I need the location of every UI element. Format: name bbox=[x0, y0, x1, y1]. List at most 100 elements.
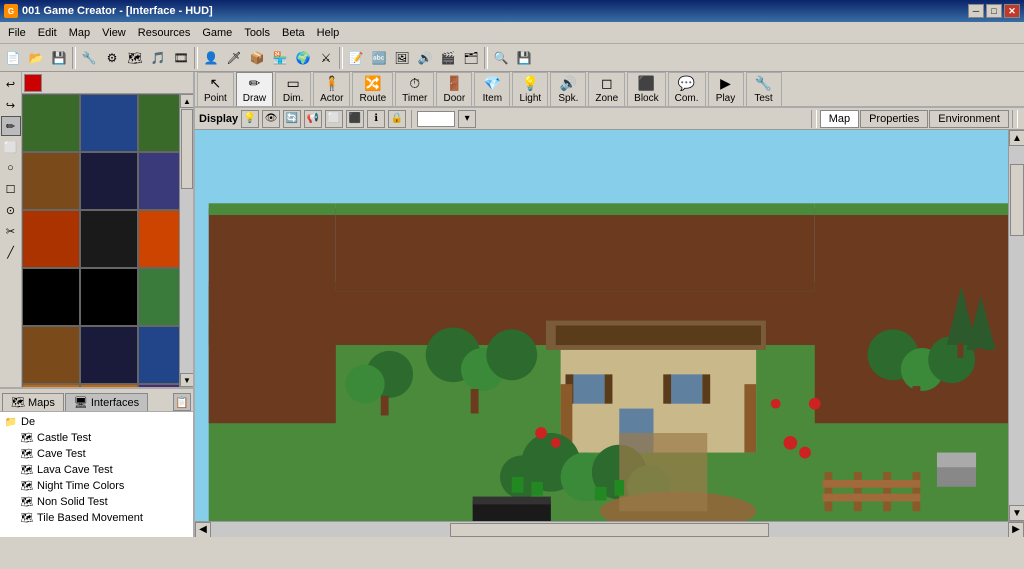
select-tool[interactable]: ☐ bbox=[1, 179, 21, 199]
palette-tile-6[interactable] bbox=[22, 210, 80, 268]
line-tool[interactable]: ╱ bbox=[1, 242, 21, 262]
tab-extra-button[interactable]: 📋 bbox=[173, 393, 191, 411]
rect-tool[interactable]: ⬜ bbox=[1, 137, 21, 157]
mode-btn-com[interactable]: 💬Com. bbox=[668, 72, 706, 106]
tab-maps[interactable]: 🗺 Maps bbox=[2, 393, 64, 411]
display-icon-2[interactable]: 👁 bbox=[262, 110, 280, 128]
menu-item-map[interactable]: Map bbox=[63, 25, 96, 41]
display-icon-4[interactable]: 📢 bbox=[304, 110, 322, 128]
palette-vscroll[interactable]: ▲ ▼ bbox=[179, 94, 193, 387]
pencil-tool[interactable]: ✏ bbox=[1, 116, 21, 136]
close-button[interactable]: ✕ bbox=[1004, 4, 1020, 18]
palette-tile-7[interactable] bbox=[80, 210, 138, 268]
palette-tile-8[interactable] bbox=[138, 210, 179, 268]
hscroll-track[interactable] bbox=[211, 522, 1008, 538]
tool4-icon[interactable]: 🎵 bbox=[147, 47, 169, 69]
horizontal-scrollbar[interactable]: ◀ ▶ bbox=[195, 521, 1024, 537]
tool12-icon[interactable]: 📝 bbox=[345, 47, 367, 69]
display-icon-7[interactable]: ℹ bbox=[367, 110, 385, 128]
view-tab-properties[interactable]: Properties bbox=[860, 110, 928, 128]
tree-item-5[interactable]: 🗺Tile Based Movement bbox=[4, 510, 189, 526]
tool19-icon[interactable]: 💾 bbox=[513, 47, 535, 69]
tool14-icon[interactable]: 🖼 bbox=[391, 47, 413, 69]
hscroll-right[interactable]: ▶ bbox=[1008, 522, 1024, 538]
tab-interfaces[interactable]: 🖥 Interfaces bbox=[65, 393, 148, 411]
tool18-icon[interactable]: 🔍 bbox=[490, 47, 512, 69]
menu-item-game[interactable]: Game bbox=[196, 25, 238, 41]
view-tab-environment[interactable]: Environment bbox=[929, 110, 1009, 128]
circle-tool[interactable]: ○ bbox=[1, 158, 21, 178]
view-tab-map[interactable]: Map bbox=[820, 110, 859, 128]
display-icon-1[interactable]: 💡 bbox=[241, 110, 259, 128]
mode-btn-spk[interactable]: 🔊Spk. bbox=[550, 72, 586, 106]
maximize-button[interactable]: □ bbox=[986, 4, 1002, 18]
tool11-icon[interactable]: ⚔ bbox=[315, 47, 337, 69]
tool16-icon[interactable]: 🎬 bbox=[437, 47, 459, 69]
vscroll-track[interactable] bbox=[1009, 146, 1024, 505]
display-icon-8[interactable]: 🔒 bbox=[388, 110, 406, 128]
tool2-icon[interactable]: ⚙ bbox=[101, 47, 123, 69]
tool5-icon[interactable]: 🎞 bbox=[170, 47, 192, 69]
mode-btn-item[interactable]: 💎Item bbox=[474, 72, 510, 106]
tool13-icon[interactable]: 🔤 bbox=[368, 47, 390, 69]
tool6-icon[interactable]: 👤 bbox=[200, 47, 222, 69]
undo-tool[interactable]: ↩ bbox=[1, 74, 21, 94]
palette-scroll-down[interactable]: ▼ bbox=[180, 373, 193, 387]
vertical-scrollbar[interactable]: ▲ ▼ bbox=[1008, 130, 1024, 521]
palette-tile-3[interactable] bbox=[22, 152, 80, 210]
tool7-icon[interactable]: 🗡 bbox=[223, 47, 245, 69]
palette-tile-11[interactable] bbox=[138, 268, 179, 326]
scissors-tool[interactable]: ✂ bbox=[1, 221, 21, 241]
mode-btn-actor[interactable]: 🧍Actor bbox=[313, 72, 350, 106]
tool8-icon[interactable]: 📦 bbox=[246, 47, 268, 69]
tool9-icon[interactable]: 🏪 bbox=[269, 47, 291, 69]
vscroll-down[interactable]: ▼ bbox=[1009, 505, 1024, 521]
redo-tool[interactable]: ↪ bbox=[1, 95, 21, 115]
palette-tile-10[interactable] bbox=[80, 268, 138, 326]
zoom-dropdown[interactable]: ▾ bbox=[458, 110, 476, 128]
tree-item-2[interactable]: 🗺Lava Cave Test bbox=[4, 462, 189, 478]
palette-scroll-track[interactable] bbox=[180, 108, 193, 373]
zoom-input[interactable]: 550 bbox=[417, 111, 455, 127]
new-icon[interactable]: 📄 bbox=[2, 47, 24, 69]
mode-btn-test[interactable]: 🔧Test bbox=[746, 72, 782, 106]
mode-btn-timer[interactable]: ⏱Timer bbox=[395, 72, 434, 106]
palette-tile-1[interactable] bbox=[80, 94, 138, 152]
display-icon-3[interactable]: 🔄 bbox=[283, 110, 301, 128]
vscroll-thumb[interactable] bbox=[1010, 164, 1024, 236]
mode-btn-dim[interactable]: ▭Dim. bbox=[275, 72, 311, 106]
tool3-icon[interactable]: 🗺 bbox=[124, 47, 146, 69]
display-icon-5[interactable]: ⬜ bbox=[325, 110, 343, 128]
tool17-icon[interactable]: 🗂 bbox=[460, 47, 482, 69]
mode-btn-draw[interactable]: ✏Draw bbox=[236, 72, 273, 106]
titlebar-controls[interactable]: ─ □ ✕ bbox=[968, 4, 1020, 18]
mode-btn-light[interactable]: 💡Light bbox=[512, 72, 548, 106]
palette-scroll-up[interactable]: ▲ bbox=[180, 94, 193, 108]
palette-tile-4[interactable] bbox=[80, 152, 138, 210]
save-icon[interactable]: 💾 bbox=[48, 47, 70, 69]
tree-root[interactable]: 📁 De bbox=[4, 414, 189, 430]
menu-item-beta[interactable]: Beta bbox=[276, 25, 311, 41]
palette-tile-14[interactable] bbox=[138, 326, 179, 384]
mode-btn-block[interactable]: ⬛Block bbox=[627, 72, 665, 106]
tool10-icon[interactable]: 🌍 bbox=[292, 47, 314, 69]
fill-tool[interactable]: ⊙ bbox=[1, 200, 21, 220]
tool15-icon[interactable]: 🔊 bbox=[414, 47, 436, 69]
palette-scroll-thumb[interactable] bbox=[181, 109, 193, 189]
mode-btn-route[interactable]: 🔀Route bbox=[352, 72, 393, 106]
tree-item-0[interactable]: 🗺Castle Test bbox=[4, 430, 189, 446]
tree-item-1[interactable]: 🗺Cave Test bbox=[4, 446, 189, 462]
palette-tile-13[interactable] bbox=[80, 326, 138, 384]
palette-tile-5[interactable] bbox=[138, 152, 179, 210]
menu-item-resources[interactable]: Resources bbox=[132, 25, 197, 41]
menu-item-file[interactable]: File bbox=[2, 25, 32, 41]
menu-item-help[interactable]: Help bbox=[311, 25, 346, 41]
display-icon-6[interactable]: ⬛ bbox=[346, 110, 364, 128]
menu-item-edit[interactable]: Edit bbox=[32, 25, 63, 41]
mode-btn-point[interactable]: ↖Point bbox=[197, 72, 234, 106]
tool1-icon[interactable]: 🔧 bbox=[78, 47, 100, 69]
menu-item-tools[interactable]: Tools bbox=[238, 25, 276, 41]
tree-item-3[interactable]: 🗺Night Time Colors bbox=[4, 478, 189, 494]
mode-btn-zone[interactable]: ◻Zone bbox=[588, 72, 625, 106]
palette-tile-9[interactable] bbox=[22, 268, 80, 326]
